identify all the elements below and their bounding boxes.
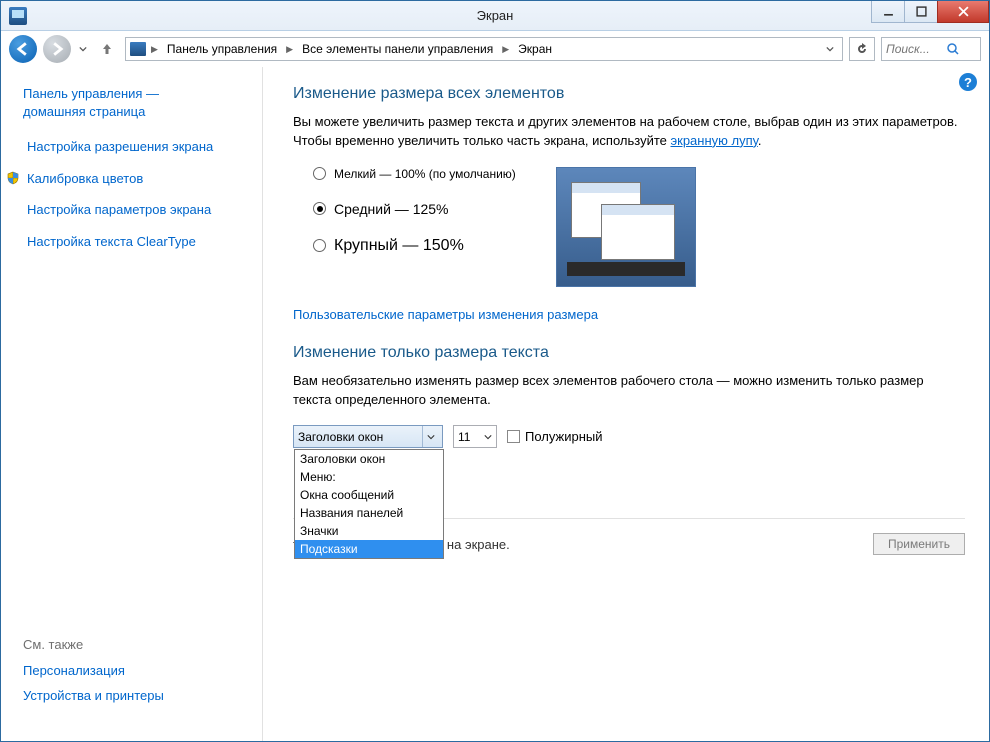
element-type-dropdown: Заголовки оконМеню:Окна сообщенийНазвани… — [294, 449, 444, 559]
address-dropdown[interactable] — [822, 45, 838, 53]
radio-label: Крупный — 150% — [334, 237, 464, 255]
nav-history-menu[interactable] — [77, 45, 89, 53]
titlebar: Экран — [1, 1, 989, 31]
breadcrumb-segment[interactable]: Панель управления — [163, 40, 281, 58]
breadcrumb-segment[interactable]: Все элементы панели управления — [298, 40, 497, 58]
chevron-right-icon: ▶ — [149, 44, 160, 55]
radio-label: Мелкий — 100% (по умолчанию) — [334, 167, 516, 181]
radio-label: Средний — 125% — [334, 201, 449, 217]
combo-value: Заголовки окон — [298, 430, 383, 444]
search-input[interactable] — [886, 42, 946, 56]
window-title: Экран — [477, 8, 514, 23]
preview-image — [556, 167, 696, 287]
sidebar-link[interactable]: Настройка разрешения экрана — [27, 138, 213, 156]
size-radio-option[interactable]: Мелкий — 100% (по умолчанию) — [313, 167, 516, 181]
forward-button[interactable] — [43, 35, 71, 63]
sidebar-footer-link[interactable]: Устройства и принтеры — [23, 687, 252, 705]
chevron-right-icon: ▶ — [284, 44, 295, 55]
size-radio-option[interactable]: Крупный — 150% — [313, 237, 516, 255]
magnifier-link[interactable]: экранную лупу — [671, 133, 758, 148]
app-icon — [9, 7, 27, 25]
radio-button — [313, 202, 326, 215]
search-icon — [946, 42, 960, 56]
search-box[interactable] — [881, 37, 981, 61]
radio-button — [313, 167, 326, 180]
radio-button — [313, 239, 326, 252]
maximize-button[interactable] — [904, 1, 938, 23]
dropdown-option[interactable]: Заголовки окон — [295, 450, 443, 468]
minimize-button[interactable] — [871, 1, 905, 23]
sidebar-home-link[interactable]: Панель управления —домашняя страница — [23, 85, 252, 120]
content-area: ? Изменение размера всех элементов Вы мо… — [263, 67, 989, 741]
chevron-down-icon — [484, 430, 492, 444]
dropdown-option[interactable]: Подсказки — [295, 540, 443, 558]
breadcrumb-segment[interactable]: Экран — [514, 40, 556, 58]
sidebar: Панель управления —домашняя страница Нас… — [1, 67, 263, 741]
custom-size-link[interactable]: Пользовательские параметры изменения раз… — [293, 307, 598, 322]
font-size-combo[interactable]: 11 — [453, 425, 497, 448]
checkbox-box — [507, 430, 520, 443]
sidebar-link[interactable]: Настройка текста ClearType — [27, 233, 196, 251]
section-title: Изменение размера всех элементов — [293, 85, 965, 103]
element-type-combo[interactable]: Заголовки окон Заголовки оконМеню:Окна с… — [293, 425, 443, 448]
sidebar-link[interactable]: Калибровка цветов — [27, 170, 143, 188]
location-icon — [130, 42, 146, 56]
section-title: Изменение только размера текста — [293, 344, 965, 362]
apply-button[interactable]: Применить — [873, 533, 965, 555]
address-bar[interactable]: ▶ Панель управления ▶ Все элементы панел… — [125, 37, 843, 61]
up-button[interactable] — [95, 37, 119, 61]
combo-value: 11 — [458, 430, 470, 444]
section-description: Вы можете увеличить размер текста и друг… — [293, 113, 965, 151]
checkbox-label: Полужирный — [525, 429, 603, 444]
shield-icon — [5, 170, 21, 186]
bold-checkbox[interactable]: Полужирный — [507, 429, 603, 444]
dropdown-option[interactable]: Меню: — [295, 468, 443, 486]
chevron-right-icon: ▶ — [500, 44, 511, 55]
size-radio-option[interactable]: Средний — 125% — [313, 201, 516, 217]
section-description: Вам необязательно изменять размер всех э… — [293, 372, 965, 410]
close-button[interactable] — [937, 1, 989, 23]
sidebar-link[interactable]: Настройка параметров экрана — [27, 201, 211, 219]
navigation-bar: ▶ Панель управления ▶ Все элементы панел… — [1, 31, 989, 67]
help-icon[interactable]: ? — [959, 73, 977, 91]
chevron-down-icon — [422, 426, 438, 447]
dropdown-option[interactable]: Окна сообщений — [295, 486, 443, 504]
sidebar-footer-header: См. также — [23, 637, 252, 652]
sidebar-footer-link[interactable]: Персонализация — [23, 662, 252, 680]
back-button[interactable] — [9, 35, 37, 63]
dropdown-option[interactable]: Значки — [295, 522, 443, 540]
refresh-button[interactable] — [849, 37, 875, 61]
dropdown-option[interactable]: Названия панелей — [295, 504, 443, 522]
